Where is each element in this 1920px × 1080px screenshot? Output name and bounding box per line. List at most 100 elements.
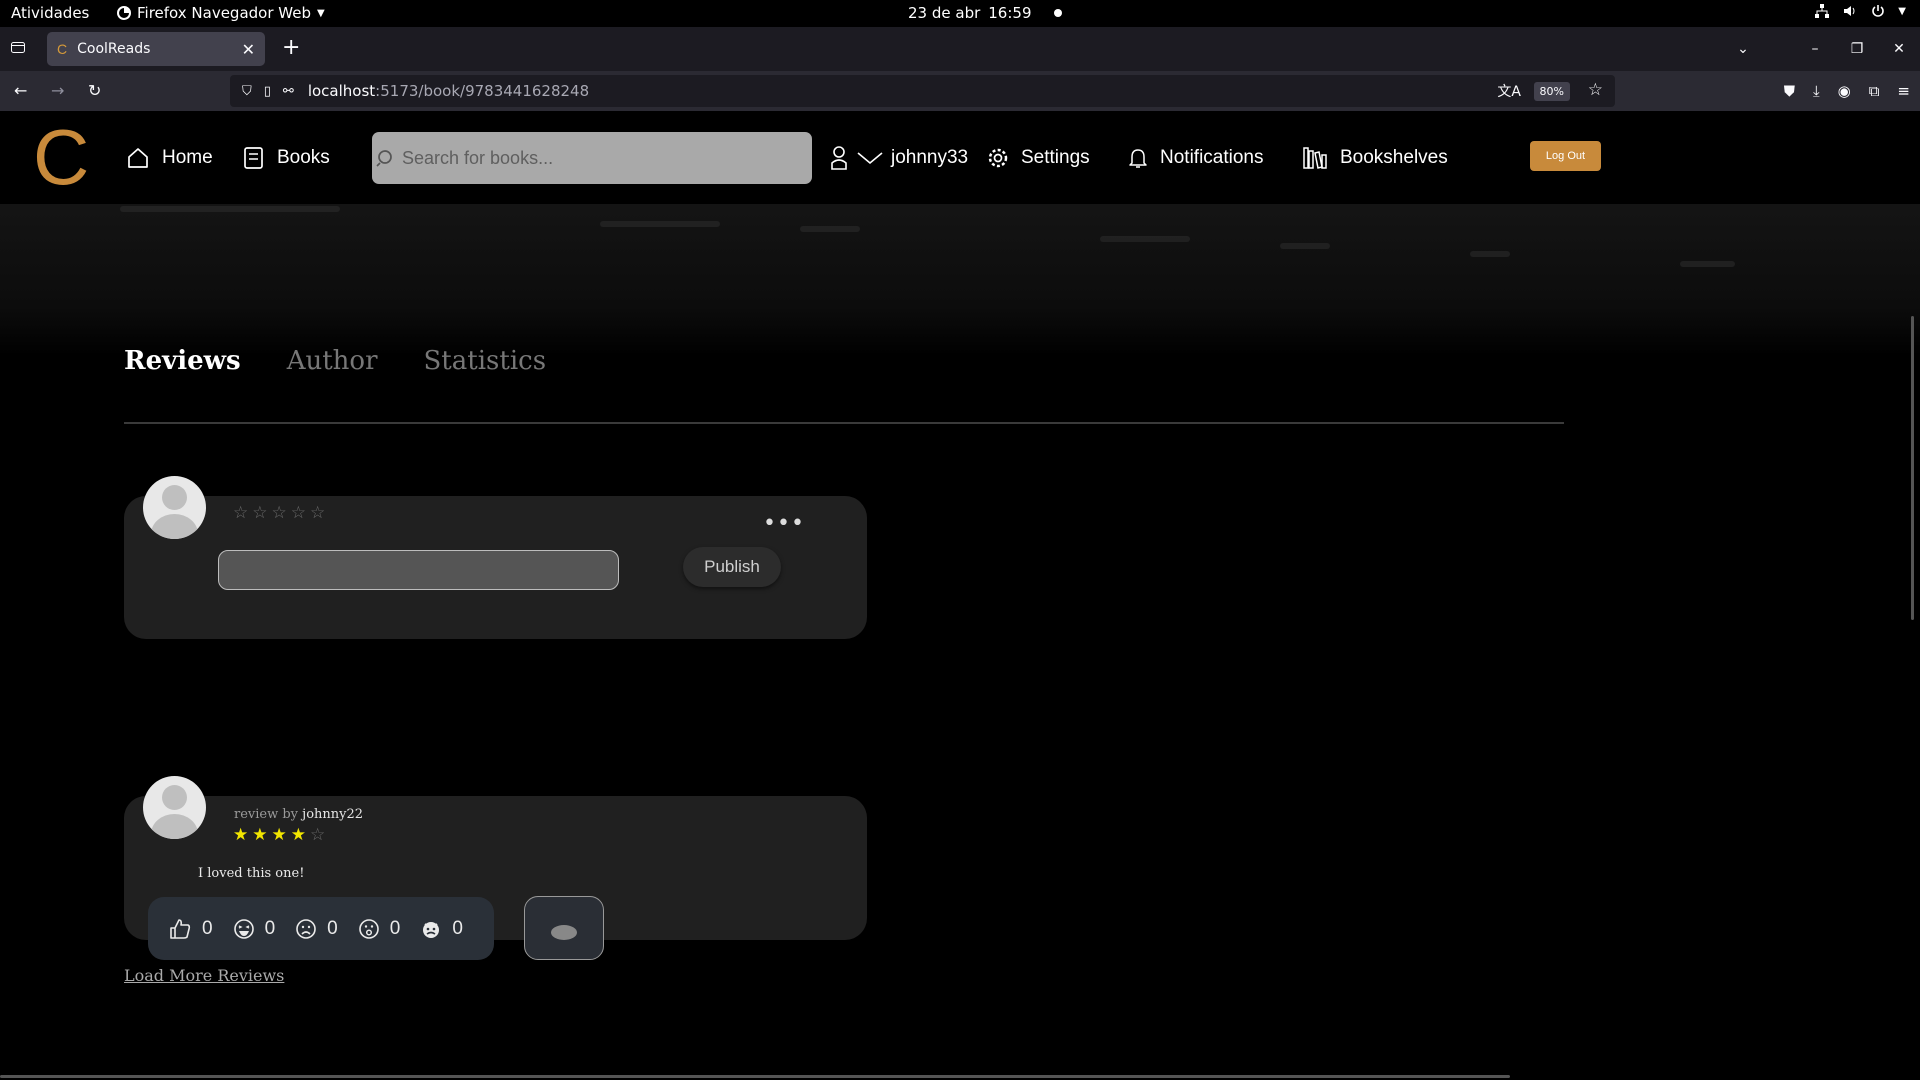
close-icon[interactable]: ✕ xyxy=(242,40,255,59)
zoom-level[interactable]: 80% xyxy=(1533,82,1570,101)
home-icon xyxy=(128,147,148,168)
reaction-angry[interactable]: 0 xyxy=(420,918,463,940)
browser-nav-bar: ← → ↻ ⛉ ▯ ⚯ localhost:5173/book/97834416… xyxy=(0,71,1920,111)
horizontal-scrollbar[interactable] xyxy=(0,1075,1510,1078)
url-text[interactable]: localhost:5173/book/9783441628248 xyxy=(308,82,589,100)
coolreads-logo[interactable]: C xyxy=(33,111,89,204)
reaction-sad[interactable]: 0 xyxy=(295,918,338,940)
downloads-icon[interactable]: ⤓ xyxy=(1813,82,1820,100)
nav-bookshelves-label: Bookshelves xyxy=(1340,146,1448,168)
nav-user[interactable]: johnny33 xyxy=(829,111,968,204)
url-path: :5173/book/9783441628248 xyxy=(375,82,590,100)
thumbs-up-icon xyxy=(170,918,191,939)
firefox-icon xyxy=(117,6,131,20)
username-label: johnny33 xyxy=(891,146,969,168)
publish-button[interactable]: Publish xyxy=(683,547,781,587)
user-icon xyxy=(831,145,847,170)
bookshelf-icon xyxy=(1303,146,1327,169)
pocket-icon[interactable]: ⛊ xyxy=(1784,82,1795,100)
reaction-wow[interactable]: 0 xyxy=(358,918,400,940)
close-window-icon[interactable]: ✕ xyxy=(1878,41,1920,57)
vertical-scrollbar[interactable] xyxy=(1911,316,1914,620)
toolbar-icons: ⛊ ⤓ ◉ ⧉ ≡ xyxy=(1784,71,1910,111)
search-icon xyxy=(376,150,392,167)
laugh-face-icon xyxy=(233,918,254,939)
logout-button[interactable]: Log Out xyxy=(1530,141,1601,171)
tabs-divider xyxy=(124,422,1564,424)
rating-input[interactable]: ☆ ☆ ☆ ☆ ☆ xyxy=(233,505,325,522)
system-tray[interactable]: ▼ xyxy=(1814,3,1906,19)
star-empty-icon[interactable]: ☆ xyxy=(310,505,325,522)
star-filled-icon: ★ xyxy=(252,825,268,845)
star-empty-icon[interactable]: ☆ xyxy=(233,505,248,522)
app-name: Firefox Navegador Web xyxy=(137,4,311,22)
permissions-icon[interactable]: ⚯ xyxy=(283,84,294,99)
review-byline-prefix: review by xyxy=(234,807,299,822)
chevron-down-icon xyxy=(857,151,883,164)
tab-reviews[interactable]: Reviews xyxy=(124,346,241,376)
load-more-reviews-link[interactable]: Load More Reviews xyxy=(124,966,284,985)
date-label: 23 de abr xyxy=(908,4,981,22)
star-empty-icon[interactable]: ☆ xyxy=(252,505,267,522)
avatar xyxy=(143,476,206,539)
comment-button[interactable] xyxy=(524,896,604,960)
comment-bubble-icon xyxy=(551,924,577,940)
forward-icon[interactable]: → xyxy=(51,81,64,100)
bell-icon xyxy=(1129,148,1147,168)
extensions-icon[interactable]: ⧉ xyxy=(1869,82,1880,100)
tab-title: CoolReads xyxy=(77,41,151,57)
nav-notifications[interactable]: Notifications xyxy=(1128,111,1264,204)
menu-icon[interactable]: ≡ xyxy=(1897,82,1910,100)
nav-books-label: Books xyxy=(277,146,330,168)
tab-author[interactable]: Author xyxy=(287,346,378,376)
browser-tab[interactable]: C CoolReads ✕ xyxy=(47,32,265,66)
book-icon xyxy=(244,146,263,169)
tab-statistics[interactable]: Statistics xyxy=(424,346,547,376)
minimize-icon[interactable]: – xyxy=(1794,41,1836,57)
reaction-like-count: 0 xyxy=(202,917,213,939)
search-placeholder: Search for books... xyxy=(402,147,554,168)
review-byline: review by johnny22 xyxy=(234,807,363,822)
nav-home[interactable]: Home xyxy=(126,111,213,204)
star-empty-icon[interactable]: ☆ xyxy=(272,505,287,522)
browser-tab-strip: C CoolReads ✕ + ⌄ – ❐ ✕ xyxy=(0,27,1920,71)
reaction-bar: 0 0 0 0 0 xyxy=(148,897,494,960)
nav-home-label: Home xyxy=(162,146,213,168)
url-bar[interactable]: ⛉ ▯ ⚯ localhost:5173/book/9783441628248 … xyxy=(230,75,1615,107)
tab-overview-icon[interactable] xyxy=(10,39,26,55)
reaction-laugh[interactable]: 0 xyxy=(233,917,276,940)
shield-icon[interactable]: ⛉ xyxy=(242,84,252,99)
network-icon xyxy=(1815,4,1830,18)
search-input[interactable]: Search for books... xyxy=(372,132,812,184)
star-empty-icon[interactable]: ☆ xyxy=(291,505,306,522)
more-options-button[interactable]: ••• xyxy=(763,511,805,536)
star-filled-icon: ★ xyxy=(271,825,287,845)
angry-face-icon xyxy=(423,921,440,938)
nav-notifications-label: Notifications xyxy=(1160,146,1264,168)
reaction-laugh-count: 0 xyxy=(264,917,276,939)
reaction-like[interactable]: 0 xyxy=(168,917,213,941)
account-icon[interactable]: ◉ xyxy=(1838,82,1851,100)
new-tab-button[interactable]: + xyxy=(282,35,300,60)
review-author[interactable]: johnny22 xyxy=(302,807,363,822)
nav-settings[interactable]: Settings xyxy=(987,111,1090,204)
page-content: C Home Books Search for books... johnny3… xyxy=(0,111,1920,1080)
activities-button[interactable]: Atividades xyxy=(11,4,89,22)
bookmark-star-icon[interactable]: ☆ xyxy=(1588,80,1603,100)
gear-icon xyxy=(988,148,1008,167)
url-host: localhost xyxy=(307,82,376,100)
clock[interactable]: 23 de abr 16:59 xyxy=(908,4,1062,22)
page-info-icon[interactable]: ▯ xyxy=(264,84,271,99)
app-header: C Home Books Search for books... johnny3… xyxy=(0,111,1920,204)
reload-icon[interactable]: ↻ xyxy=(88,81,101,100)
review-text-input[interactable] xyxy=(218,550,619,590)
time-label: 16:59 xyxy=(988,4,1032,22)
tab-list-chevron-icon[interactable]: ⌄ xyxy=(1722,41,1764,57)
back-icon[interactable]: ← xyxy=(14,81,27,100)
restore-icon[interactable]: ❐ xyxy=(1836,41,1878,57)
nav-bookshelves[interactable]: Bookshelves xyxy=(1302,111,1448,204)
app-menu[interactable]: Firefox Navegador Web ▼ xyxy=(117,4,325,22)
translate-icon[interactable]: 文A xyxy=(1497,81,1521,101)
notification-dot-icon xyxy=(1053,9,1062,17)
nav-books[interactable]: Books xyxy=(243,111,330,204)
